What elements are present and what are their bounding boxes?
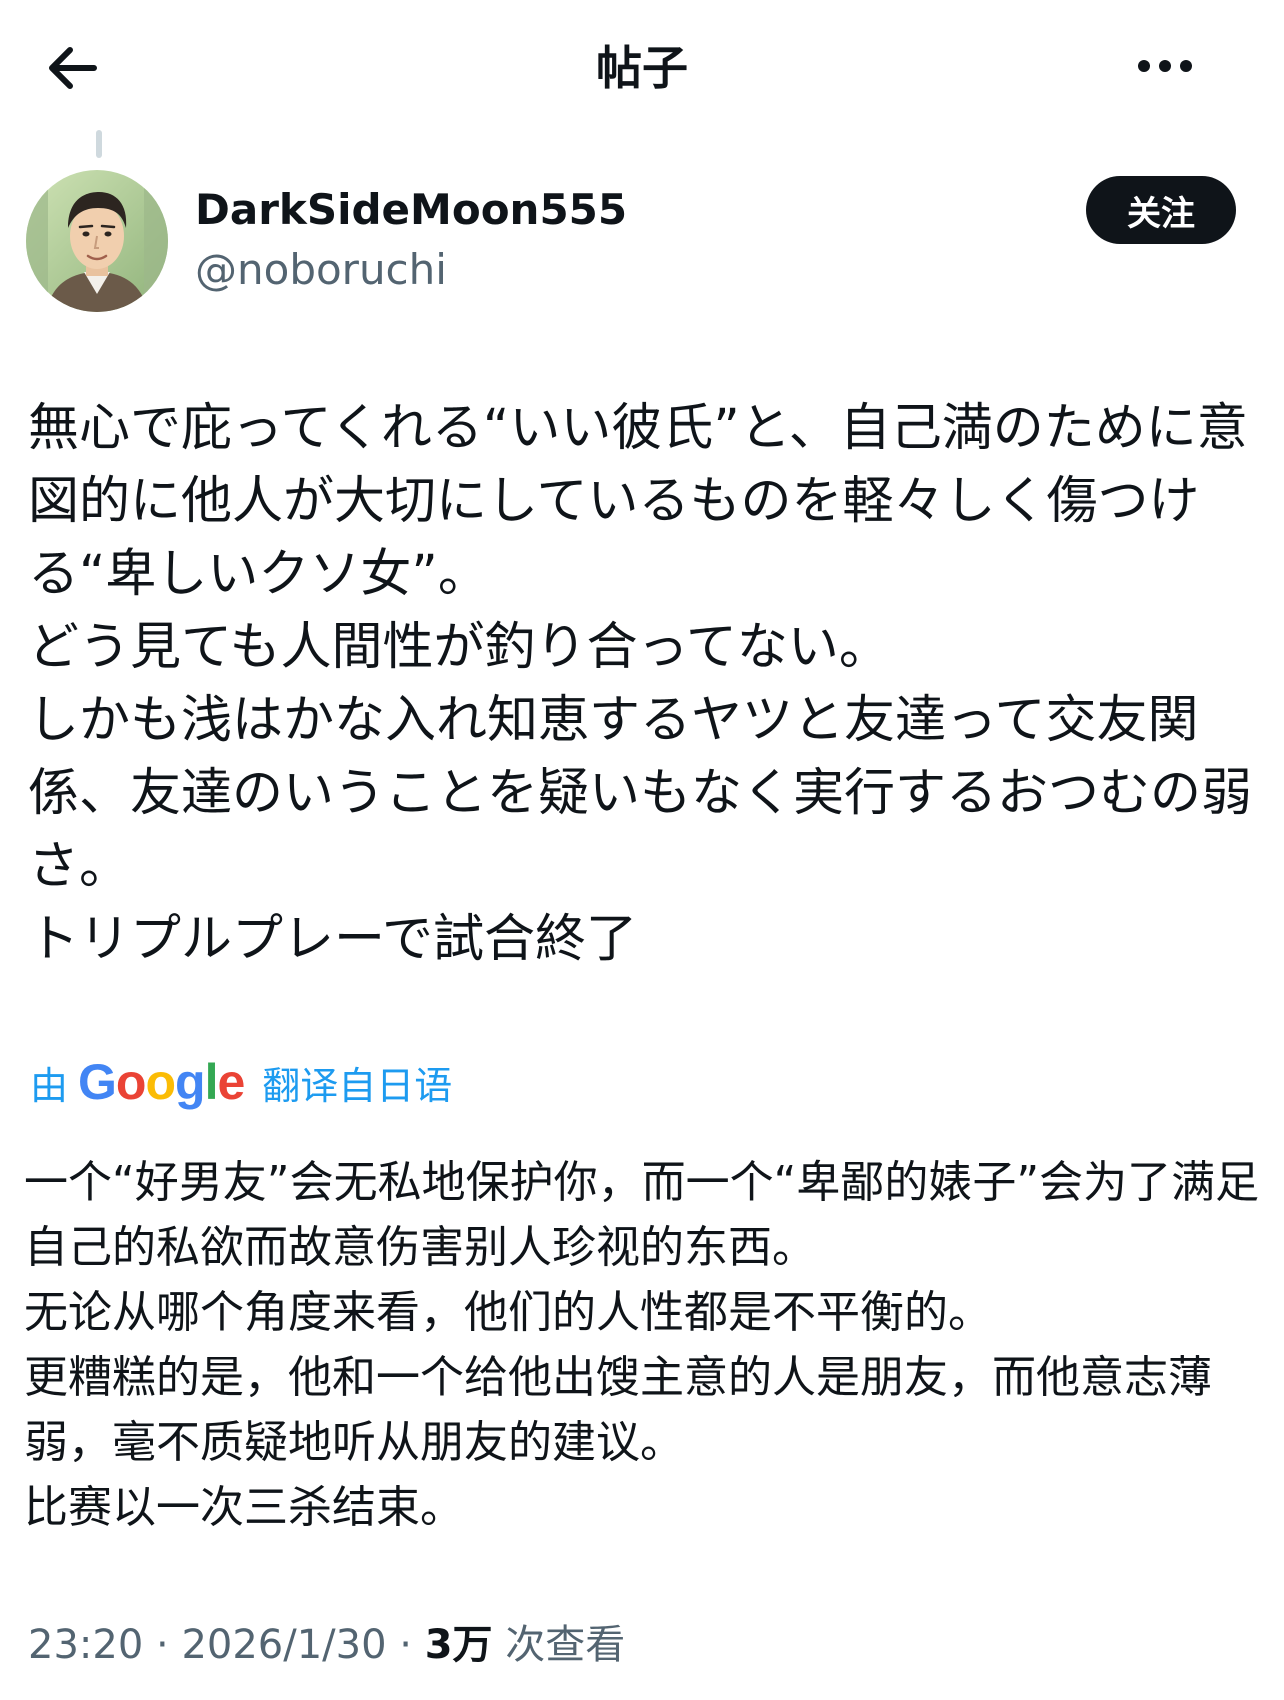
author-handle[interactable]: @noboruchi bbox=[195, 240, 447, 300]
avatar-illustration bbox=[26, 170, 168, 312]
post-metadata: 23:20 · 2026/1/30 · 3万 次查看 bbox=[28, 1615, 625, 1675]
author-display-name[interactable]: DarkSideMoon555 bbox=[195, 180, 627, 240]
translation-suffix: 翻译自日语 bbox=[262, 1063, 453, 1108]
page-title: 帖子 bbox=[596, 41, 688, 95]
avatar[interactable] bbox=[26, 170, 168, 312]
post-time: 23:20 bbox=[28, 1622, 144, 1668]
translated-text: 一个“好男友”会无私地保护你，而一个“卑鄙的婊子”会为了满足自己的私欲而故意伤害… bbox=[24, 1157, 1260, 1533]
more-horizontal-icon bbox=[1138, 60, 1192, 72]
more-options-button[interactable] bbox=[1130, 40, 1200, 92]
views-count: 3万 bbox=[424, 1622, 493, 1668]
top-bar: 帖子 bbox=[0, 0, 1284, 130]
post-date: 2026/1/30 bbox=[181, 1622, 387, 1668]
thread-connector-line bbox=[96, 130, 102, 158]
meta-separator: · bbox=[399, 1622, 412, 1668]
translation-prefix: 由 bbox=[30, 1063, 69, 1108]
post-text: 無心で庇ってくれる“いい彼氏”と、自己満のために意図的に他人が大切にしているもの… bbox=[28, 399, 1253, 969]
google-logo: Google bbox=[78, 1054, 245, 1110]
meta-separator: · bbox=[156, 1622, 169, 1668]
translation-attribution[interactable]: 由 Google 翻译自日语 bbox=[30, 1052, 452, 1112]
follow-button[interactable]: 关注 bbox=[1086, 176, 1236, 244]
views-label: 次查看 bbox=[505, 1622, 626, 1668]
